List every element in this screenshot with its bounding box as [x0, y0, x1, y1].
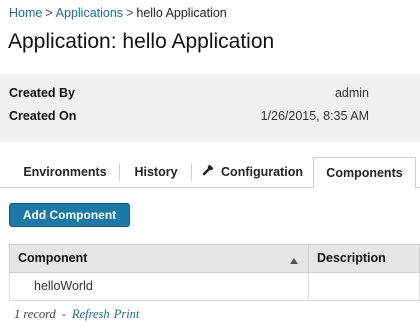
tab-label: Components	[326, 166, 403, 180]
breadcrumb-applications-link[interactable]: Applications	[56, 6, 123, 20]
breadcrumb-home-link[interactable]: Home	[9, 6, 42, 20]
created-on-row: Created On 1/26/2015, 8:35 AM	[0, 109, 420, 131]
tab-history[interactable]: History	[120, 157, 192, 188]
add-component-button[interactable]: Add Component	[9, 203, 130, 227]
tab-components[interactable]: Components	[313, 157, 416, 189]
created-on-value: 1/26/2015, 8:35 AM	[260, 109, 369, 123]
breadcrumb: Home > Applications > hello Application	[9, 6, 227, 20]
refresh-link[interactable]: Refresh	[72, 307, 110, 321]
table-row[interactable]: helloWorld	[9, 273, 420, 301]
tab-environments[interactable]: Environments	[10, 157, 120, 188]
sort-up-icon[interactable]	[289, 253, 299, 264]
created-by-value: admin	[334, 86, 369, 100]
tab-label: History	[134, 165, 178, 179]
created-by-row: Created By admin	[0, 86, 420, 108]
tab-bar: Environments History Configuration Compo…	[0, 157, 420, 189]
tab-label: Environments	[23, 165, 107, 179]
breadcrumb-separator: >	[45, 6, 53, 20]
table-footer: 1 record - Refresh Print	[14, 307, 139, 322]
created-on-label: Created On	[9, 109, 77, 123]
breadcrumb-current: hello Application	[136, 6, 227, 20]
column-header-component[interactable]: Component	[18, 245, 87, 272]
footer-separator: -	[61, 307, 66, 321]
print-link[interactable]: Print	[114, 307, 140, 321]
component-name-cell[interactable]: helloWorld	[34, 273, 93, 300]
breadcrumb-separator: >	[126, 6, 134, 20]
record-count: 1 record	[14, 307, 56, 321]
page-title: Application: hello Application	[8, 30, 275, 53]
column-divider	[308, 245, 309, 272]
column-header-description[interactable]: Description	[317, 245, 386, 272]
tab-configuration[interactable]: Configuration	[192, 157, 313, 188]
table-header: Component Description	[9, 244, 420, 273]
details-panel: Created By admin Created On 1/26/2015, 8…	[0, 74, 420, 142]
tab-label: Configuration	[221, 165, 303, 179]
wrench-icon	[202, 157, 215, 188]
created-by-label: Created By	[9, 86, 75, 100]
column-divider	[308, 273, 309, 300]
